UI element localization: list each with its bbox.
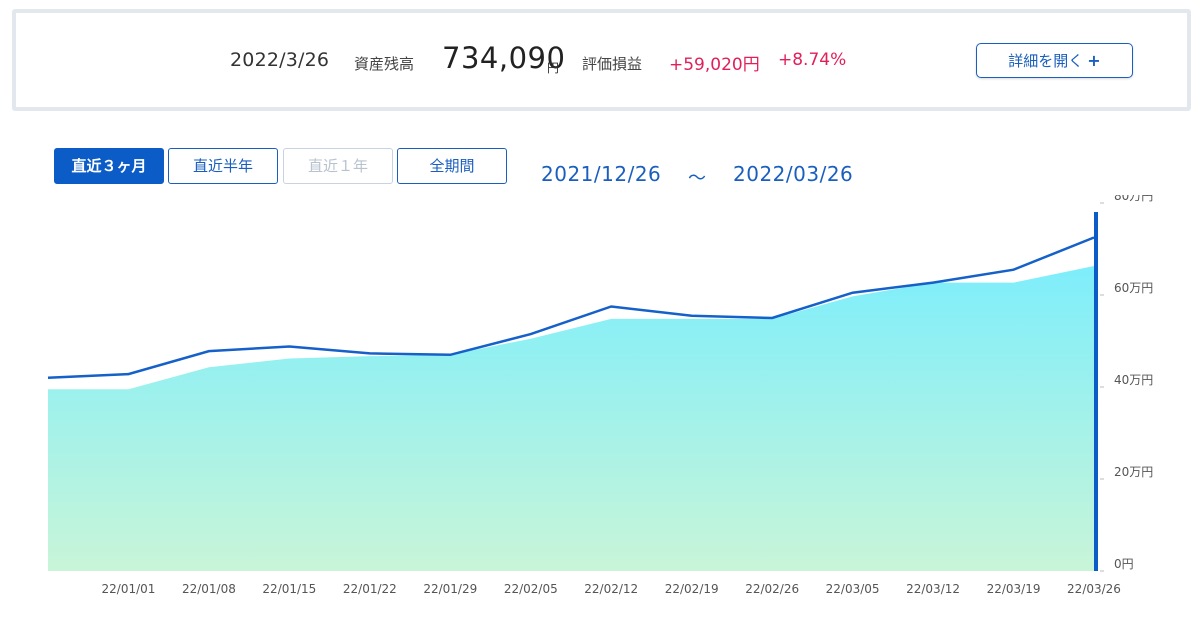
x-tick-label: 22/02/26 bbox=[745, 582, 799, 596]
profit-loss-label: 評価損益 bbox=[582, 55, 643, 73]
period-separator: ～ bbox=[688, 168, 707, 189]
x-tick-label: 22/03/12 bbox=[906, 582, 960, 596]
y-tick-label: 40万円 bbox=[1114, 373, 1153, 387]
y-tick-label: 0円 bbox=[1114, 557, 1134, 571]
x-tick-label: 22/02/12 bbox=[584, 582, 638, 596]
y-tick-label: 80万円 bbox=[1114, 195, 1153, 203]
profit-loss-percent: +8.74% bbox=[778, 50, 847, 70]
asset-chart: 22/01/01 22/01/08 22/01/15 22/01/22 22/01/29… bbox=[47, 195, 1153, 596]
x-tick-label: 22/03/05 bbox=[826, 582, 880, 596]
balance-unit: 円 bbox=[547, 61, 560, 75]
range-6-months-button[interactable]: 直近半年 bbox=[168, 148, 278, 184]
range-3-months-button[interactable]: 直近３ヶ月 bbox=[54, 148, 164, 184]
range-all-button[interactable]: 全期間 bbox=[397, 148, 507, 184]
range-1-year-button[interactable]: 直近１年 bbox=[283, 148, 393, 184]
period-start: 2021/12/26 bbox=[541, 162, 662, 186]
profit-loss-amount: +59,020円 bbox=[669, 55, 760, 75]
x-tick-label: 22/03/26 bbox=[1067, 582, 1121, 596]
summary-date: 2022/3/26 bbox=[230, 49, 330, 71]
y-tick-label: 60万円 bbox=[1114, 281, 1153, 295]
x-tick-label: 22/02/19 bbox=[665, 582, 719, 596]
x-tick-label: 22/02/05 bbox=[504, 582, 558, 596]
open-details-button[interactable]: 詳細を開く + bbox=[976, 43, 1133, 78]
x-tick-label: 22/01/22 bbox=[343, 582, 397, 596]
asset-summary-panel: 2022/3/26 資産残高 734,090 円 評価損益 +59,020円 +… bbox=[12, 9, 1191, 111]
x-tick-label: 22/01/29 bbox=[423, 582, 477, 596]
y-tick-label: 20万円 bbox=[1114, 465, 1153, 479]
x-tick-label: 22/01/08 bbox=[182, 582, 236, 596]
valuation-area bbox=[48, 266, 1094, 571]
plus-icon: + bbox=[1087, 51, 1101, 70]
balance-label: 資産残高 bbox=[354, 55, 415, 73]
x-tick-label: 22/03/19 bbox=[987, 582, 1041, 596]
open-details-label: 詳細を開く bbox=[1008, 52, 1084, 70]
x-tick-label: 22/01/15 bbox=[262, 582, 316, 596]
period-end: 2022/03/26 bbox=[733, 162, 854, 186]
x-tick-label: 22/01/01 bbox=[102, 582, 156, 596]
